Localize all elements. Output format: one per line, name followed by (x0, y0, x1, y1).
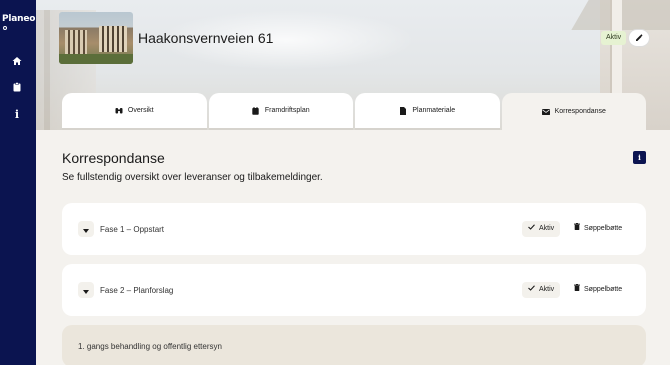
subphase-title: 1. gangs behandling og offentlig ettersy… (78, 342, 222, 351)
status-label: Aktiv (539, 225, 555, 232)
check-icon (528, 282, 535, 298)
edit-project-button[interactable] (629, 30, 649, 46)
pencil-icon (635, 29, 643, 47)
tab-oversikt[interactable]: Oversikt (62, 93, 207, 130)
tab-framdriftsplan[interactable]: Framdriftsplan (208, 93, 353, 130)
tab-label: Framdriftsplan (264, 107, 310, 114)
status-label: Aktiv (539, 286, 555, 293)
tab-label: Korrespondanse (554, 108, 606, 115)
project-title: Haakonsvernveien 61 (138, 30, 274, 46)
envelope-icon (541, 108, 550, 116)
tab-korrespondanse[interactable]: Korrespondanse (501, 93, 646, 130)
subphase-card[interactable]: 1. gangs behandling og offentlig ettersy… (62, 325, 646, 365)
info-icon[interactable]: i (11, 108, 23, 121)
caret-down-icon (83, 281, 89, 299)
tab-bar: Oversikt Framdriftsplan Planmateriale Ko… (62, 93, 646, 130)
status-toggle-button[interactable]: Aktiv (522, 221, 561, 237)
trash-icon (574, 282, 580, 298)
phase-card: Fase 2 – Planforslag Aktiv Søppelbøtte (62, 264, 646, 316)
info-button[interactable]: i (633, 151, 646, 164)
trash-button[interactable]: Søppelbøtte (568, 221, 629, 237)
calendar-icon (252, 106, 260, 115)
caret-down-icon (83, 220, 89, 238)
trash-icon (574, 221, 580, 237)
document-icon (399, 106, 407, 115)
phase-title: Fase 2 – Planforslag (100, 286, 174, 295)
binoculars-icon (115, 107, 123, 115)
project-status-badge: Aktiv (601, 31, 627, 45)
trash-button[interactable]: Søppelbøtte (568, 282, 629, 298)
page-subtitle: Se fullstendig oversikt over leveranser … (62, 172, 323, 183)
check-icon (528, 221, 535, 237)
phase-title: Fase 1 – Oppstart (100, 225, 165, 234)
tab-label: Oversikt (127, 107, 154, 114)
logo-text: Planeo (2, 14, 36, 24)
clipboard-icon[interactable] (11, 81, 23, 93)
tab-planmateriale[interactable]: Planmateriale (355, 93, 500, 130)
trash-label: Søppelbøtte (584, 225, 623, 232)
status-toggle-button[interactable]: Aktiv (522, 282, 561, 298)
planeo-logo[interactable]: Planeo (2, 14, 36, 34)
home-icon[interactable] (11, 55, 23, 67)
phase-card: Fase 1 – Oppstart Aktiv Søppelbøtte (62, 203, 646, 255)
info-icon: i (638, 153, 641, 162)
tab-label: Planmateriale (412, 107, 456, 114)
expand-toggle[interactable] (78, 282, 94, 298)
expand-toggle[interactable] (78, 221, 94, 237)
sidebar: Planeo i (0, 0, 36, 365)
project-thumbnail (59, 12, 133, 64)
trash-label: Søppelbøtte (584, 286, 623, 293)
page-title: Korrespondanse (62, 150, 165, 166)
